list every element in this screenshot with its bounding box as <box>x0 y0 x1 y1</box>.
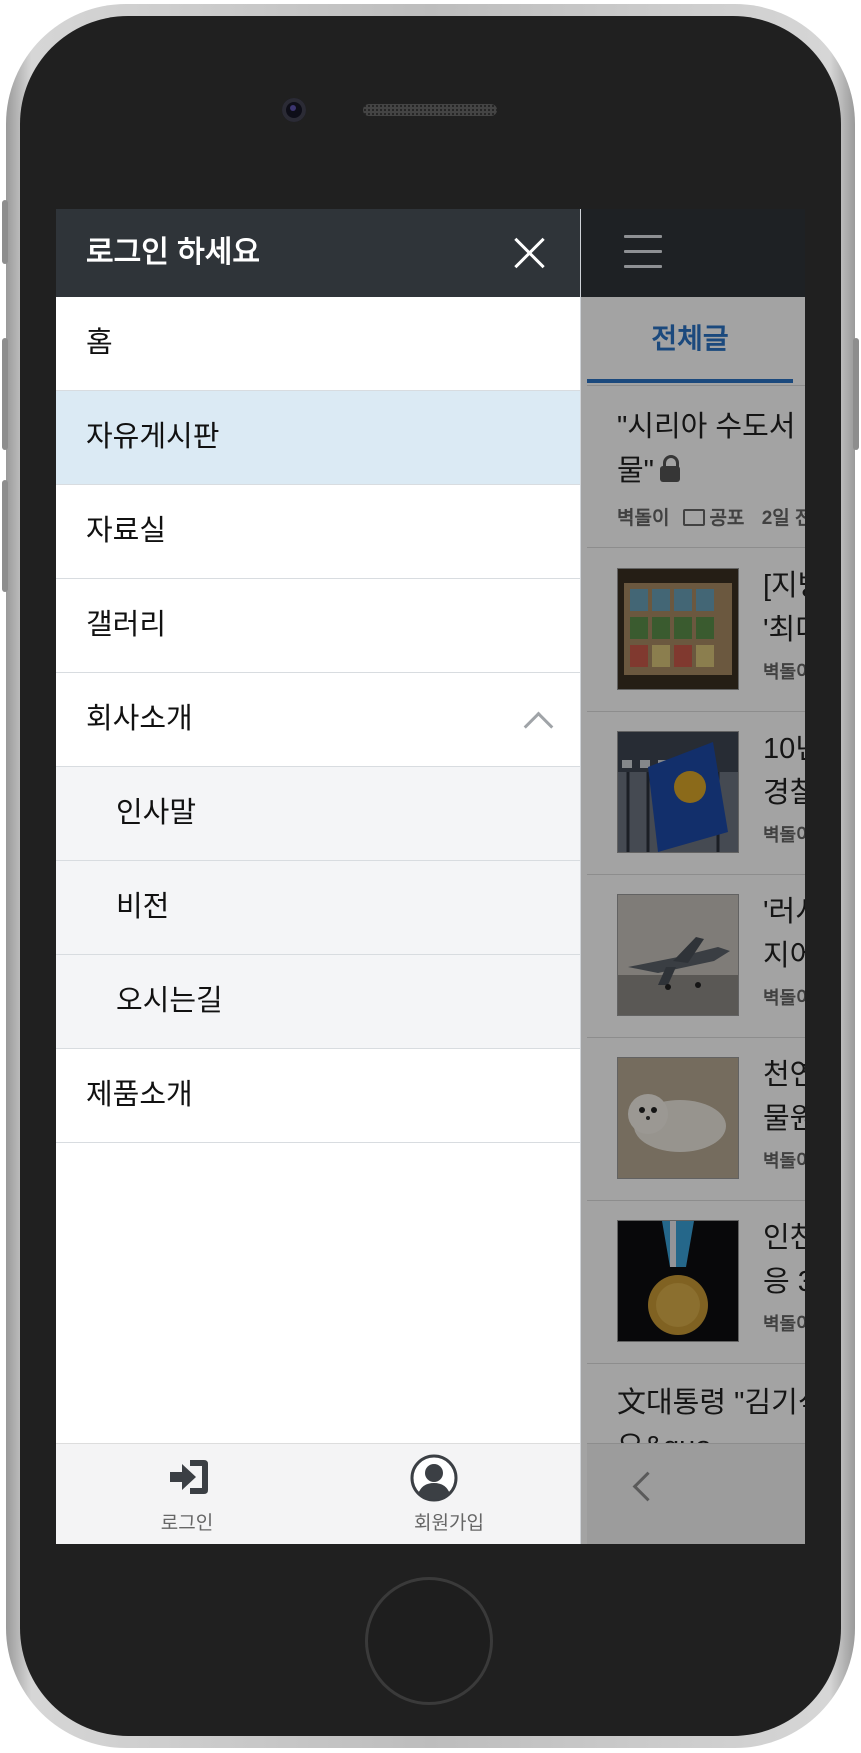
drawer-footer: 로그인 회원가입 <box>56 1443 580 1544</box>
menu-item-products[interactable]: 제품소개 <box>56 1049 580 1143</box>
menu-item-free-board[interactable]: 자유게시판 <box>56 391 580 485</box>
login-button[interactable]: 로그인 <box>56 1444 318 1544</box>
mute-switch <box>2 200 8 264</box>
side-drawer: 로그인 하세요 홈 자유게시판 자료실 갤러리 회사소개 인사말 비전 오시는길 <box>56 209 581 1544</box>
speaker-grille <box>363 104 497 116</box>
submenu-item-vision[interactable]: 비전 <box>56 861 580 955</box>
submenu-item-greeting[interactable]: 인사말 <box>56 767 580 861</box>
menu-item-about-company[interactable]: 회사소개 <box>56 673 580 767</box>
submenu-item-directions[interactable]: 오시는길 <box>56 955 580 1049</box>
login-label: 로그인 <box>160 1513 214 1534</box>
menu-item-home[interactable]: 홈 <box>56 297 580 391</box>
drawer-header: 로그인 하세요 <box>56 209 580 297</box>
home-button[interactable] <box>365 1577 493 1705</box>
signup-label: 회원가입 <box>414 1513 484 1534</box>
menu-item-label: 갤러리 <box>86 609 167 641</box>
dim-overlay[interactable] <box>581 209 805 1544</box>
signup-button[interactable]: 회원가입 <box>318 1444 580 1544</box>
menu-item-label: 회사소개 <box>86 703 193 735</box>
menu-item-label: 자유게시판 <box>86 421 220 453</box>
volume-down-button <box>2 480 8 592</box>
menu-item-label: 인사말 <box>116 797 197 829</box>
menu-item-label: 홈 <box>86 327 113 359</box>
screen: 전체글 "시리아 수도서 6 물" 벽돌이 공포 2일 전 [지 '최 벽돌이 … <box>56 209 805 1544</box>
close-icon[interactable] <box>508 231 552 275</box>
menu-item-label: 비전 <box>116 891 170 923</box>
chevron-up-icon[interactable] <box>523 711 554 742</box>
menu-item-label: 자료실 <box>86 515 167 547</box>
sign-in-icon <box>170 1460 208 1494</box>
menu-item-archive[interactable]: 자료실 <box>56 485 580 579</box>
menu-item-label: 오시는길 <box>116 985 223 1017</box>
power-button <box>853 338 859 450</box>
volume-up-button <box>2 338 8 450</box>
user-circle-icon <box>410 1454 458 1502</box>
camera-icon <box>282 98 306 122</box>
menu-item-gallery[interactable]: 갤러리 <box>56 579 580 673</box>
menu-item-label: 제품소개 <box>86 1079 193 1111</box>
drawer-title[interactable]: 로그인 하세요 <box>86 209 260 297</box>
